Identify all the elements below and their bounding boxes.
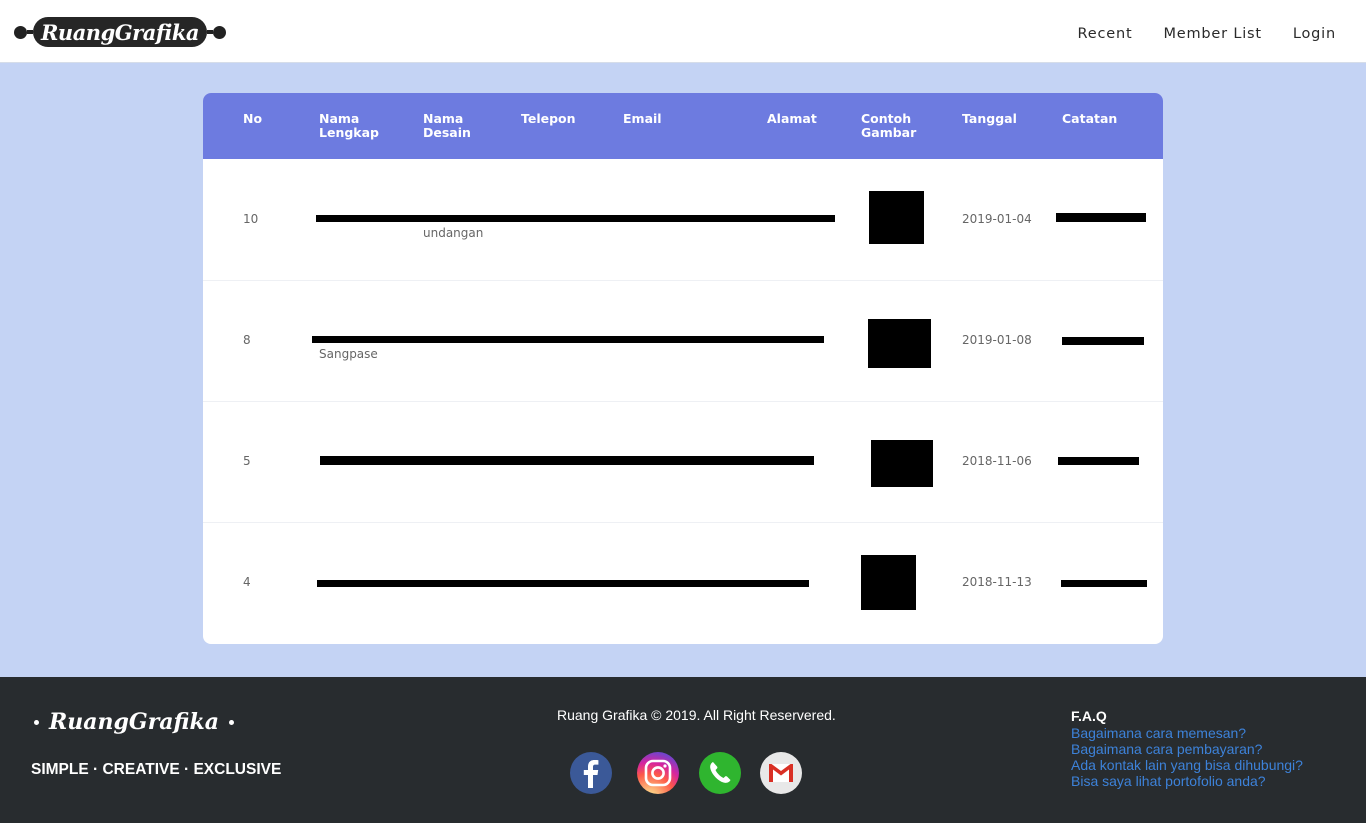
logo-left-dot	[14, 25, 27, 39]
footer: RuangGrafika SIMPLE · CREATIVE · EXCLUSI…	[0, 677, 1366, 823]
redaction-bar	[320, 456, 814, 465]
nav-login[interactable]: Login	[1293, 26, 1336, 42]
cell-tanggal: 2018-11-06	[962, 454, 1032, 468]
footer-logo: RuangGrafika	[34, 709, 235, 735]
cell-nama-lengkap: Sangpase	[319, 347, 378, 361]
faq-link-order[interactable]: Bagaimana cara memesan?	[1071, 725, 1303, 741]
facebook-icon[interactable]	[570, 752, 612, 794]
header-nama-lengkap: Nama Lengkap	[319, 111, 379, 140]
redaction-bar	[1058, 457, 1139, 465]
design-thumbnail[interactable]	[871, 440, 933, 487]
whatsapp-icon[interactable]	[699, 752, 741, 794]
redaction-bar	[317, 580, 809, 587]
footer-tagline: SIMPLE · CREATIVE · EXCLUSIVE	[31, 761, 282, 778]
redaction-bar	[316, 215, 835, 222]
cell-tanggal: 2019-01-08	[962, 333, 1032, 347]
redaction-bar	[312, 336, 824, 343]
gmail-icon[interactable]	[760, 752, 802, 794]
logo-right-dot	[213, 25, 226, 39]
design-thumbnail[interactable]	[868, 319, 931, 368]
table-row: 10 undangan 2019-01-04	[203, 159, 1163, 281]
header-contoh-gambar: Contoh Gambar	[861, 111, 917, 140]
footer-logo-dot	[229, 719, 235, 725]
footer-logo-dot	[34, 719, 39, 725]
footer-copyright: Ruang Grafika © 2019. All Right Reserver…	[557, 707, 836, 723]
nav-member-list[interactable]: Member List	[1163, 26, 1261, 42]
faq-title: F.A.Q	[1071, 708, 1107, 724]
faq-link-portfolio[interactable]: Bisa saya lihat portofolio anda?	[1071, 773, 1303, 789]
cell-no: 4	[243, 575, 251, 589]
header-catatan: Catatan	[1062, 111, 1118, 126]
cell-no: 5	[243, 454, 251, 468]
design-thumbnail[interactable]	[869, 191, 924, 244]
header-telepon: Telepon	[521, 111, 576, 126]
redaction-bar	[1061, 580, 1147, 587]
header-nama-desain: Nama Desain	[423, 111, 471, 140]
cell-tanggal: 2018-11-13	[962, 575, 1032, 589]
header-alamat: Alamat	[767, 111, 817, 126]
table-row: 4 2018-11-13	[203, 522, 1163, 643]
navbar: RuangGrafika Recent Member List Login	[0, 0, 1366, 63]
orders-table: No Nama Lengkap Nama Desain Telepon Email …	[203, 93, 1163, 644]
table-row: 8 Sangpase 2019-01-08	[203, 280, 1163, 402]
redaction-bar	[1056, 213, 1146, 222]
table-header: No Nama Lengkap Nama Desain Telepon Email …	[203, 93, 1163, 159]
cell-no: 10	[243, 212, 259, 226]
design-thumbnail[interactable]	[861, 555, 916, 610]
cell-tanggal: 2019-01-04	[962, 212, 1032, 226]
header-tanggal: Tanggal	[962, 111, 1017, 126]
nav-links: Recent Member List Login	[1047, 26, 1336, 42]
logo-text: RuangGrafika	[40, 19, 200, 45]
nav-recent[interactable]: Recent	[1078, 26, 1133, 42]
logo-pill: RuangGrafika	[33, 17, 207, 47]
brand-logo[interactable]: RuangGrafika	[14, 14, 226, 50]
header-email: Email	[623, 111, 662, 126]
table-row: 5 2018-11-06	[203, 401, 1163, 523]
instagram-icon[interactable]	[637, 752, 679, 794]
cell-nama-desain: undangan	[423, 226, 484, 240]
faq-link-payment[interactable]: Bagaimana cara pembayaran?	[1071, 741, 1303, 757]
faq-link-contact[interactable]: Ada kontak lain yang bisa dihubungi?	[1071, 757, 1303, 773]
footer-logo-text: RuangGrafika	[49, 709, 220, 735]
redaction-bar	[1062, 337, 1144, 345]
cell-no: 8	[243, 333, 251, 347]
faq-section: F.A.Q Bagaimana cara memesan? Bagaimana …	[1071, 708, 1303, 789]
